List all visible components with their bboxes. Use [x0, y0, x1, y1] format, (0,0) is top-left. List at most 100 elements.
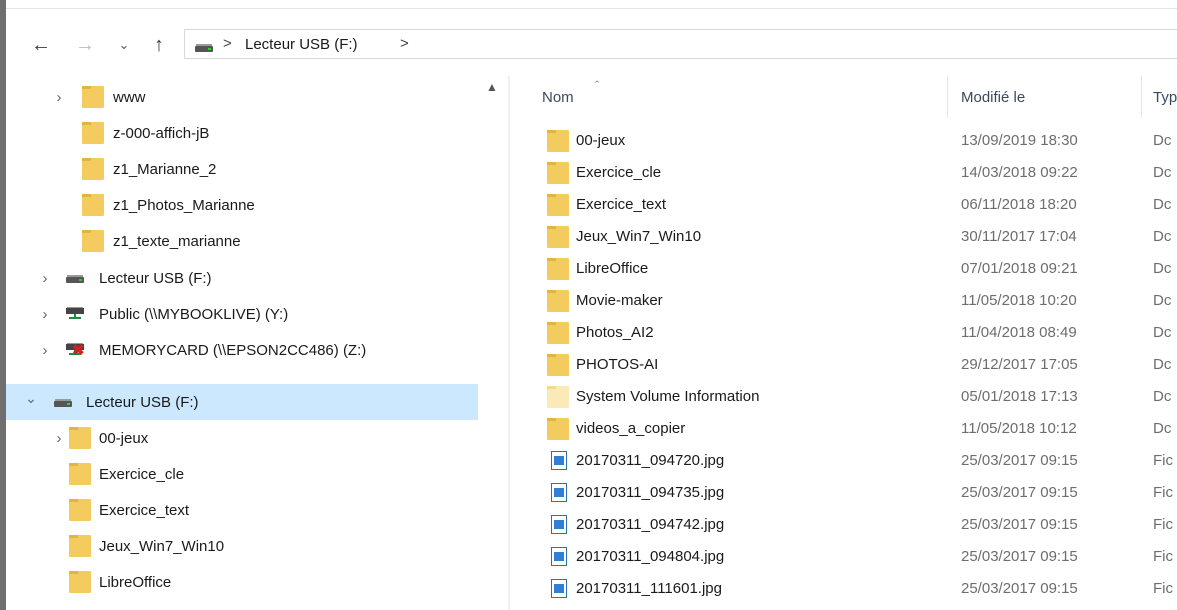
folder-icon — [82, 194, 104, 216]
folder-icon — [82, 122, 104, 144]
folder-icon — [547, 322, 569, 344]
file-modified-date: 25/03/2017 09:15 — [961, 484, 1078, 501]
nav-tree-item-label: z1_Marianne_2 — [113, 160, 217, 178]
file-name: Exercice_cle — [576, 164, 662, 181]
file-row[interactable]: videos_a_copier 11/05/2018 10:12 Dc — [510, 413, 1177, 445]
nav-tree-item-label: z-000-affich-jB — [113, 124, 210, 142]
file-name: Jeux_Win7_Win10 — [576, 228, 702, 245]
folder-icon — [547, 418, 569, 440]
nav-tree-item[interactable]: › Public (\\MYBOOKLIVE) (Y:) — [6, 296, 478, 332]
navigation-pane: › www z-000-affich-jB z1_Marianne_2 z1_Photo… — [6, 76, 478, 610]
file-type: Fic — [1153, 484, 1173, 501]
file-name: 20170311_111601.jpg — [576, 580, 722, 597]
folder-icon — [69, 463, 91, 485]
file-name: Movie-maker — [576, 292, 663, 309]
file-modified-date: 07/01/2018 09:21 — [961, 260, 1078, 277]
sort-ascending-icon: ˆ — [595, 78, 600, 93]
up-button[interactable]: ↑ — [146, 30, 172, 60]
breadcrumb-segment[interactable]: Lecteur USB (F:) — [245, 36, 358, 53]
image-file-icon — [551, 483, 567, 502]
nav-tree-item[interactable]: z-000-affich-jB — [6, 115, 478, 151]
file-row[interactable]: Jeux_Win7_Win10 30/11/2017 17:04 Dc — [510, 221, 1177, 253]
usb-drive-icon — [54, 399, 72, 407]
arrow-left-icon: ← — [31, 33, 51, 56]
nav-tree-item[interactable]: › ✖ MEMORYCARD (\\EPSON2CC486) (Z:) — [6, 332, 478, 368]
file-name: 20170311_094735.jpg — [576, 484, 725, 501]
usb-drive-icon — [66, 275, 84, 283]
file-row[interactable]: 20170311_094735.jpg 25/03/2017 09:15 Fic — [510, 477, 1177, 509]
folder-icon — [547, 258, 569, 280]
navigation-pane-scrollbar[interactable]: ▲ — [478, 76, 508, 610]
file-row[interactable]: LibreOffice 07/01/2018 09:21 Dc — [510, 253, 1177, 285]
file-type: Dc — [1153, 196, 1172, 213]
folder-icon — [69, 499, 91, 521]
nav-tree-item[interactable]: Jeux_Win7_Win10 — [6, 528, 478, 564]
image-file-icon — [551, 579, 567, 598]
file-row[interactable]: 00-jeux 13/09/2019 18:30 Dc — [510, 125, 1177, 157]
file-type: Dc — [1153, 228, 1172, 245]
nav-tree-item[interactable]: z1_Marianne_2 — [6, 151, 478, 187]
nav-tree-item-label: 00-jeux — [99, 429, 149, 447]
nav-tree-item-label: MEMORYCARD (\\EPSON2CC486) (Z:) — [99, 341, 367, 359]
system-folder-icon — [547, 386, 569, 408]
folder-icon — [69, 427, 91, 449]
file-type: Dc — [1153, 292, 1172, 309]
file-name: videos_a_copier — [576, 420, 686, 437]
nav-tree-item-label: Lecteur USB (F:) — [99, 269, 212, 287]
file-name: 20170311_094742.jpg — [576, 516, 725, 533]
scroll-up-arrow-icon[interactable]: ▲ — [486, 80, 498, 94]
file-row[interactable]: Movie-maker 11/05/2018 10:20 Dc — [510, 285, 1177, 317]
nav-tree-item[interactable]: › www — [6, 79, 478, 115]
file-row[interactable]: 20170311_111601.jpg 25/03/2017 09:15 Fic — [510, 573, 1177, 605]
chevron-down-icon[interactable]: ⌄ — [24, 390, 38, 407]
file-row[interactable]: PHOTOS-AI 29/12/2017 17:05 Dc — [510, 349, 1177, 381]
image-file-icon — [551, 547, 567, 566]
file-modified-date: 25/03/2017 09:15 — [961, 580, 1078, 597]
ribbon-divider — [6, 8, 1177, 9]
back-button[interactable]: ← — [28, 30, 54, 60]
nav-tree-item[interactable]: Exercice_cle — [6, 456, 478, 492]
file-row[interactable]: 20170311_094804.jpg 25/03/2017 09:15 Fic — [510, 541, 1177, 573]
nav-tree-item[interactable]: z1_texte_marianne — [6, 223, 478, 259]
file-row[interactable]: Exercice_cle 14/03/2018 09:22 Dc — [510, 157, 1177, 189]
file-row[interactable]: 20170311_094742.jpg 25/03/2017 09:15 Fic — [510, 509, 1177, 541]
file-name: Photos_AI2 — [576, 324, 654, 341]
file-modified-date: 25/03/2017 09:15 — [961, 516, 1078, 533]
file-name: System Volume Information — [576, 388, 760, 405]
column-header-type[interactable]: Typ — [1142, 76, 1177, 116]
nav-tree-item[interactable]: LibreOffice — [6, 564, 478, 600]
file-name: 00-jeux — [576, 132, 626, 149]
file-modified-date: 25/03/2017 09:15 — [961, 452, 1078, 469]
file-row[interactable]: Exercice_text 06/11/2018 18:20 Dc — [510, 189, 1177, 221]
chevron-right-icon[interactable]: › — [52, 89, 66, 106]
address-bar[interactable]: > Lecteur USB (F:) > — [184, 29, 1177, 59]
breadcrumb-chevron-icon[interactable]: > — [400, 35, 409, 52]
file-type: Fic — [1153, 452, 1173, 469]
column-header-name[interactable]: Nom ˆ — [510, 76, 947, 116]
nav-tree-item-label: z1_texte_marianne — [113, 232, 241, 250]
column-header-modified[interactable]: Modifié le — [948, 76, 1141, 116]
file-row[interactable]: Photos_AI2 11/04/2018 08:49 Dc — [510, 317, 1177, 349]
chevron-right-icon[interactable]: › — [38, 306, 52, 323]
arrow-up-icon: ↑ — [154, 33, 164, 56]
file-row[interactable]: 20170311_094720.jpg 25/03/2017 09:15 Fic — [510, 445, 1177, 477]
nav-tree-item-label: Lecteur USB (F:) — [86, 393, 199, 411]
file-type: Dc — [1153, 164, 1172, 181]
file-name: LibreOffice — [576, 260, 649, 277]
file-modified-date: 30/11/2017 17:04 — [961, 228, 1077, 245]
nav-tree-item[interactable]: › Lecteur USB (F:) — [6, 260, 478, 296]
nav-tree-item[interactable]: Exercice_text — [6, 492, 478, 528]
nav-tree-item-label: LibreOffice — [99, 573, 172, 591]
nav-tree-item[interactable]: z1_Photos_Marianne — [6, 187, 478, 223]
recent-locations-button[interactable]: ⌄ — [116, 30, 132, 60]
nav-tree-item[interactable]: › 00-jeux — [6, 420, 478, 456]
column-header-name-label: Nom — [542, 89, 574, 106]
chevron-right-icon[interactable]: › — [38, 342, 52, 359]
chevron-right-icon[interactable]: › — [52, 430, 66, 447]
file-row[interactable]: System Volume Information 05/01/2018 17:1… — [510, 381, 1177, 413]
column-header-type-label: Typ — [1153, 89, 1177, 106]
breadcrumb-chevron-icon[interactable]: > — [223, 35, 232, 52]
chevron-right-icon[interactable]: › — [38, 270, 52, 287]
nav-tree-item[interactable]: ⌄ Lecteur USB (F:) — [6, 384, 478, 420]
forward-button[interactable]: → — [72, 30, 98, 60]
